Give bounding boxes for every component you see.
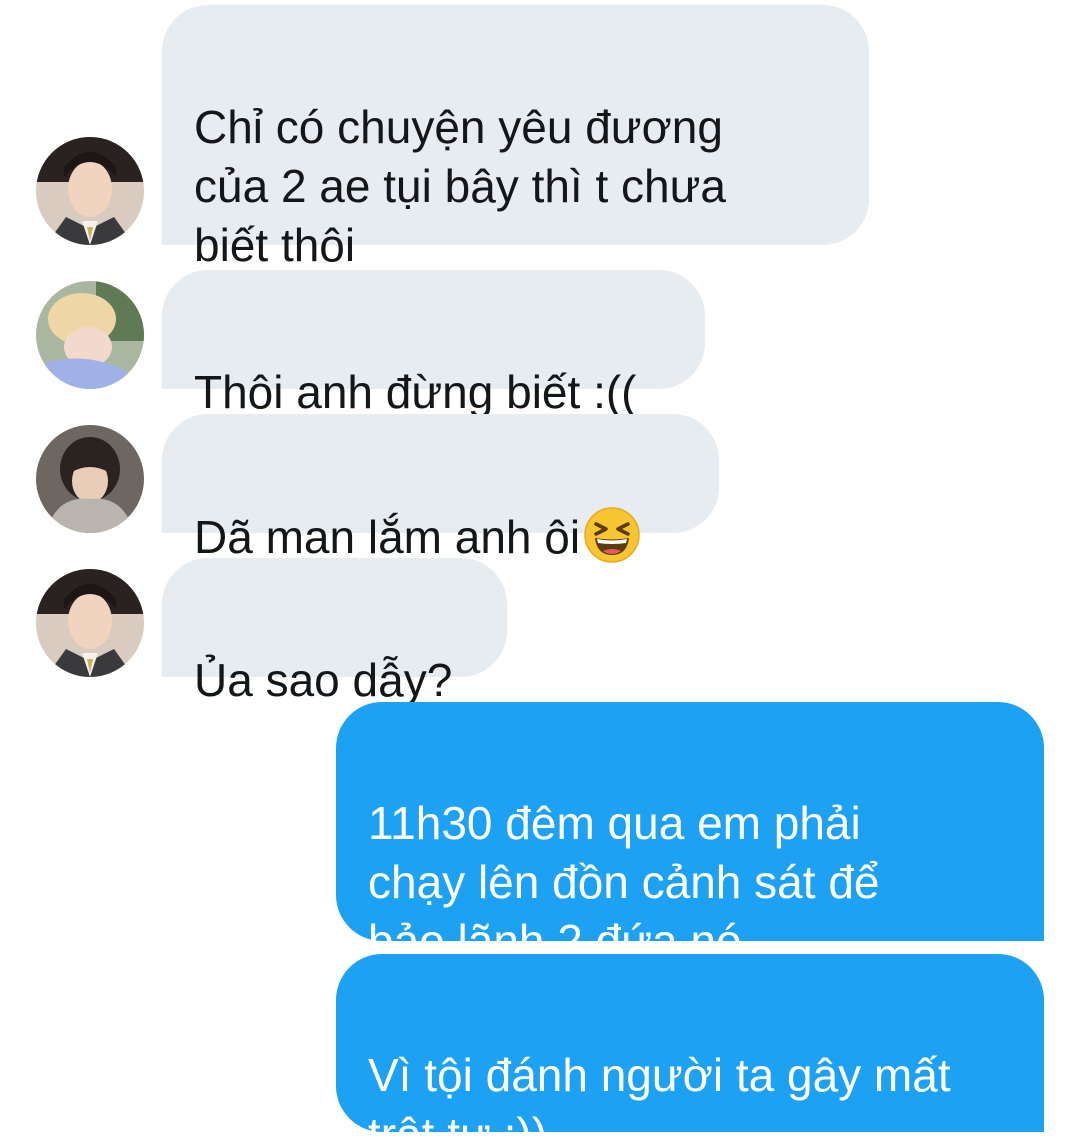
incoming-message-bubble[interactable]: Thôi anh đừng biết :(( — [162, 270, 705, 418]
outgoing-message-bubble[interactable]: 11h30 đêm qua em phải chạy lên đồn cảnh … — [336, 702, 1044, 967]
message-text: Vì tội đánh người ta gây mất trật tự :)) — [368, 1049, 951, 1138]
incoming-message-bubble[interactable]: Ủa sao dẫy? — [162, 558, 507, 706]
message-text: Chỉ có chuyện yêu đương của 2 ae tụi bây… — [194, 101, 727, 271]
message-text: Thôi anh đừng biết :(( — [194, 366, 637, 418]
grinning-squinting-face-emoji — [584, 507, 640, 577]
avatar[interactable] — [36, 569, 144, 677]
incoming-message-bubble[interactable]: Chỉ có chuyện yêu đương của 2 ae tụi bây… — [162, 5, 869, 271]
message-text: 11h30 đêm qua em phải chạy lên đồn cảnh … — [368, 797, 880, 967]
avatar[interactable] — [36, 425, 144, 533]
outgoing-message-bubble[interactable]: Vì tội đánh người ta gây mất trật tự :)) — [336, 954, 1044, 1138]
avatar[interactable] — [36, 137, 144, 245]
message-text: Ủa sao dẫy? — [194, 654, 453, 706]
message-text: Dã man lắm anh ôi — [194, 511, 581, 563]
conversation-thread: Chỉ có chuyện yêu đương của 2 ae tụi bây… — [0, 0, 1080, 1138]
avatar[interactable] — [36, 281, 144, 389]
incoming-message-bubble[interactable]: Dã man lắm anh ôi — [162, 414, 719, 563]
